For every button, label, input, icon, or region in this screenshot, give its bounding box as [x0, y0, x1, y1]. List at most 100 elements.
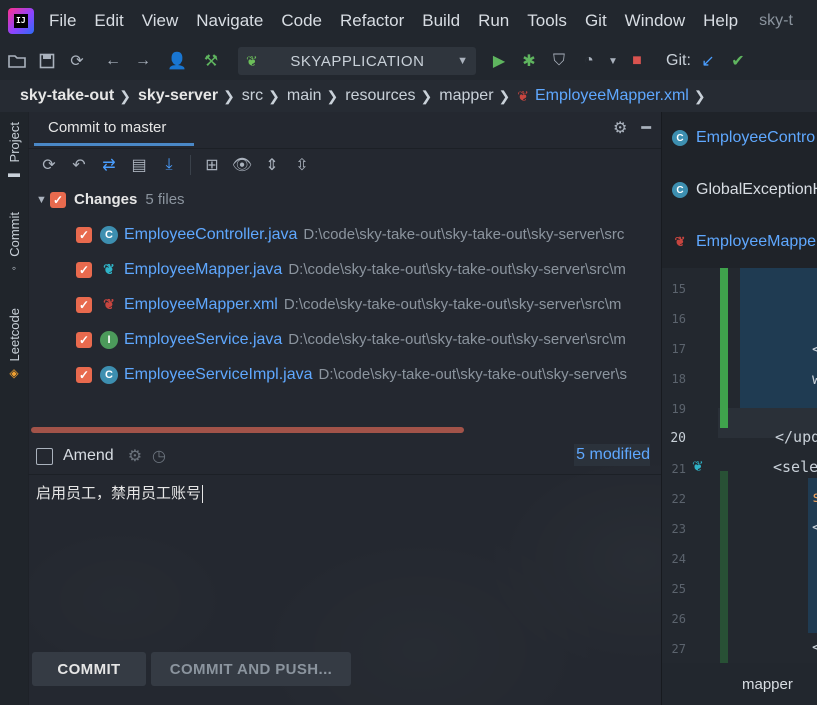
commit-and-push-button[interactable]: COMMIT AND PUSH...	[151, 652, 351, 686]
commit-to-master-tab[interactable]: Commit to master	[34, 112, 194, 146]
breadcrumb-project[interactable]: sky-take-out	[20, 87, 114, 105]
code-editor[interactable]: 15 16 17 18 19 20 21 22 23 24 25 26 27 ❦…	[662, 268, 817, 663]
breadcrumb-separator-icon: ❯	[268, 87, 280, 104]
file-checkbox[interactable]: ✓	[76, 226, 92, 243]
menu-window[interactable]: Window	[616, 11, 694, 31]
horizontal-scrollbar[interactable]	[31, 427, 464, 433]
code-line-22: s	[812, 488, 817, 506]
shelve-icon[interactable]: ▤	[124, 151, 154, 179]
line-number: 15	[671, 282, 686, 296]
debug-bug-icon[interactable]: ✱	[516, 48, 542, 74]
file-checkbox[interactable]: ✓	[76, 296, 92, 313]
menu-edit[interactable]: Edit	[85, 11, 132, 31]
open-folder-icon[interactable]	[4, 48, 30, 74]
menu-code[interactable]: Code	[272, 11, 331, 31]
breadcrumb-separator-icon: ❯	[498, 87, 511, 104]
editor-tab-employee-controller[interactable]: C EmployeeContro	[662, 112, 817, 164]
amend-label[interactable]: Amend	[63, 447, 114, 465]
window-title: sky-t	[759, 12, 793, 29]
menu-navigate[interactable]: Navigate	[187, 11, 272, 31]
editor-tab-employee-mapper[interactable]: ❦ EmployeeMappe	[662, 216, 817, 270]
build-hammer-icon[interactable]: ⚒	[198, 48, 224, 74]
sync-icon[interactable]: ⟳	[64, 48, 90, 74]
mybatis-mapper-icon: ❦	[103, 261, 115, 277]
intellij-logo-icon[interactable]: IJ	[8, 8, 34, 34]
collapse-all-icon[interactable]: ⇳	[287, 151, 317, 179]
editor-tab-label: EmployeeMappe	[696, 233, 817, 250]
chevron-down-icon[interactable]: ▼	[36, 194, 50, 206]
java-class-icon: C	[100, 225, 118, 244]
breadcrumb-mapper[interactable]: mapper	[439, 87, 493, 105]
vcs-change-marker	[720, 268, 728, 428]
file-row[interactable]: ✓ C EmployeeController.java D:\code\sky-…	[28, 217, 661, 252]
changes-group-row[interactable]: ▼ ✓ Changes 5 files	[28, 182, 661, 217]
changes-checkbox[interactable]: ✓	[50, 191, 66, 208]
file-row[interactable]: ✓ C EmployeeServiceImpl.java D:\code\sky…	[28, 357, 661, 392]
menu-run[interactable]: Run	[469, 11, 518, 31]
save-icon[interactable]	[34, 48, 60, 74]
menu-git[interactable]: Git	[576, 11, 616, 31]
more-run-chevron-icon[interactable]: ▼	[606, 48, 620, 74]
file-checkbox[interactable]: ✓	[76, 366, 92, 383]
commit-message-input[interactable]: 启用员工，禁用员工账号	[36, 482, 204, 503]
group-by-icon[interactable]: ⊞	[197, 151, 227, 179]
forward-arrow-icon[interactable]: →	[130, 48, 156, 74]
settings-gear-icon[interactable]: ⚙	[613, 118, 627, 138]
commit-tool-tab[interactable]: Commit ◦	[3, 212, 25, 275]
user-profile-icon[interactable]: 👤	[164, 48, 190, 74]
file-row[interactable]: ✓ ❦ EmployeeMapper.xml D:\code\sky-take-…	[28, 287, 661, 322]
amend-row: Amend ⚙ ◷ 5 modified	[28, 438, 661, 475]
diff-arrows-icon[interactable]: ⇄	[94, 151, 124, 179]
view-options-eye-icon[interactable]: 👁	[227, 151, 257, 179]
minimize-icon[interactable]: ━	[641, 118, 651, 138]
file-row[interactable]: ✓ I EmployeeService.java D:\code\sky-tak…	[28, 322, 661, 357]
code-line-27: <	[812, 638, 817, 656]
menu-help[interactable]: Help	[694, 11, 747, 31]
menu-build[interactable]: Build	[413, 11, 469, 31]
rollback-icon[interactable]: ↶	[64, 151, 94, 179]
run-configuration-select[interactable]: ❦ SKYAPPLICATION ▼	[238, 47, 476, 75]
download-icon[interactable]: ⤓	[154, 151, 184, 179]
git-commit-check-icon[interactable]: ✔	[725, 48, 751, 74]
breadcrumb-src[interactable]: src	[242, 87, 263, 105]
breadcrumb: sky-take-out ❯ sky-server ❯ src ❯ main ❯ res…	[0, 80, 817, 112]
file-checkbox[interactable]: ✓	[76, 331, 92, 348]
file-row[interactable]: ✓ ❦ EmployeeMapper.java D:\code\sky-take…	[28, 252, 661, 287]
menu-file[interactable]: File	[40, 11, 85, 31]
stop-square-icon[interactable]: ■	[624, 48, 650, 74]
left-tool-strip: Project ▬ Commit ◦ Leetcode ◈	[0, 112, 29, 705]
structure-breadcrumb-mapper[interactable]: mapper	[662, 663, 817, 705]
menu-refactor[interactable]: Refactor	[331, 11, 413, 31]
refresh-icon[interactable]: ⟳	[34, 151, 64, 179]
history-clock-icon[interactable]: ◷	[152, 446, 166, 466]
back-arrow-icon[interactable]: ←	[100, 48, 126, 74]
menu-tools[interactable]: Tools	[518, 11, 576, 31]
modified-count-link[interactable]: 5 modified	[574, 444, 650, 466]
breadcrumb-resources[interactable]: resources	[345, 87, 415, 105]
line-number: 26	[671, 612, 686, 626]
breadcrumb-file[interactable]: EmployeeMapper.xml	[535, 87, 689, 105]
profiler-icon[interactable]: ◔	[576, 48, 602, 74]
commit-options-gear-icon[interactable]: ⚙	[128, 446, 142, 466]
breadcrumb-separator-icon: ❯	[326, 87, 339, 104]
editor-tab-global-exception-handler[interactable]: C GlobalExceptionH	[662, 164, 817, 216]
editor-tab-label: EmployeeContro	[696, 129, 816, 146]
vcs-change-marker	[720, 471, 728, 663]
folder-icon: ▬	[8, 166, 20, 181]
coverage-shield-icon[interactable]: ⛉	[546, 48, 572, 74]
mybatis-xml-icon: ❦	[674, 234, 686, 249]
amend-checkbox[interactable]	[36, 447, 53, 465]
line-number: 24	[671, 552, 686, 566]
run-play-icon[interactable]: ▶	[486, 48, 512, 74]
git-update-arrow-icon[interactable]: ↙	[695, 48, 721, 74]
menu-view[interactable]: View	[133, 11, 188, 31]
breadcrumb-main[interactable]: main	[287, 87, 322, 105]
commit-button[interactable]: COMMIT	[32, 652, 146, 686]
file-checkbox[interactable]: ✓	[76, 261, 92, 278]
breadcrumb-module[interactable]: sky-server	[138, 87, 218, 105]
editor-area: C EmployeeContro C GlobalExceptionH ❦ Em…	[661, 112, 817, 705]
mapper-gutter-icon[interactable]: ❦	[692, 458, 704, 475]
project-tool-tab[interactable]: Project ▬	[3, 122, 25, 180]
leetcode-tool-tab[interactable]: Leetcode ◈	[3, 308, 25, 380]
expand-all-icon[interactable]: ⇕	[257, 151, 287, 179]
